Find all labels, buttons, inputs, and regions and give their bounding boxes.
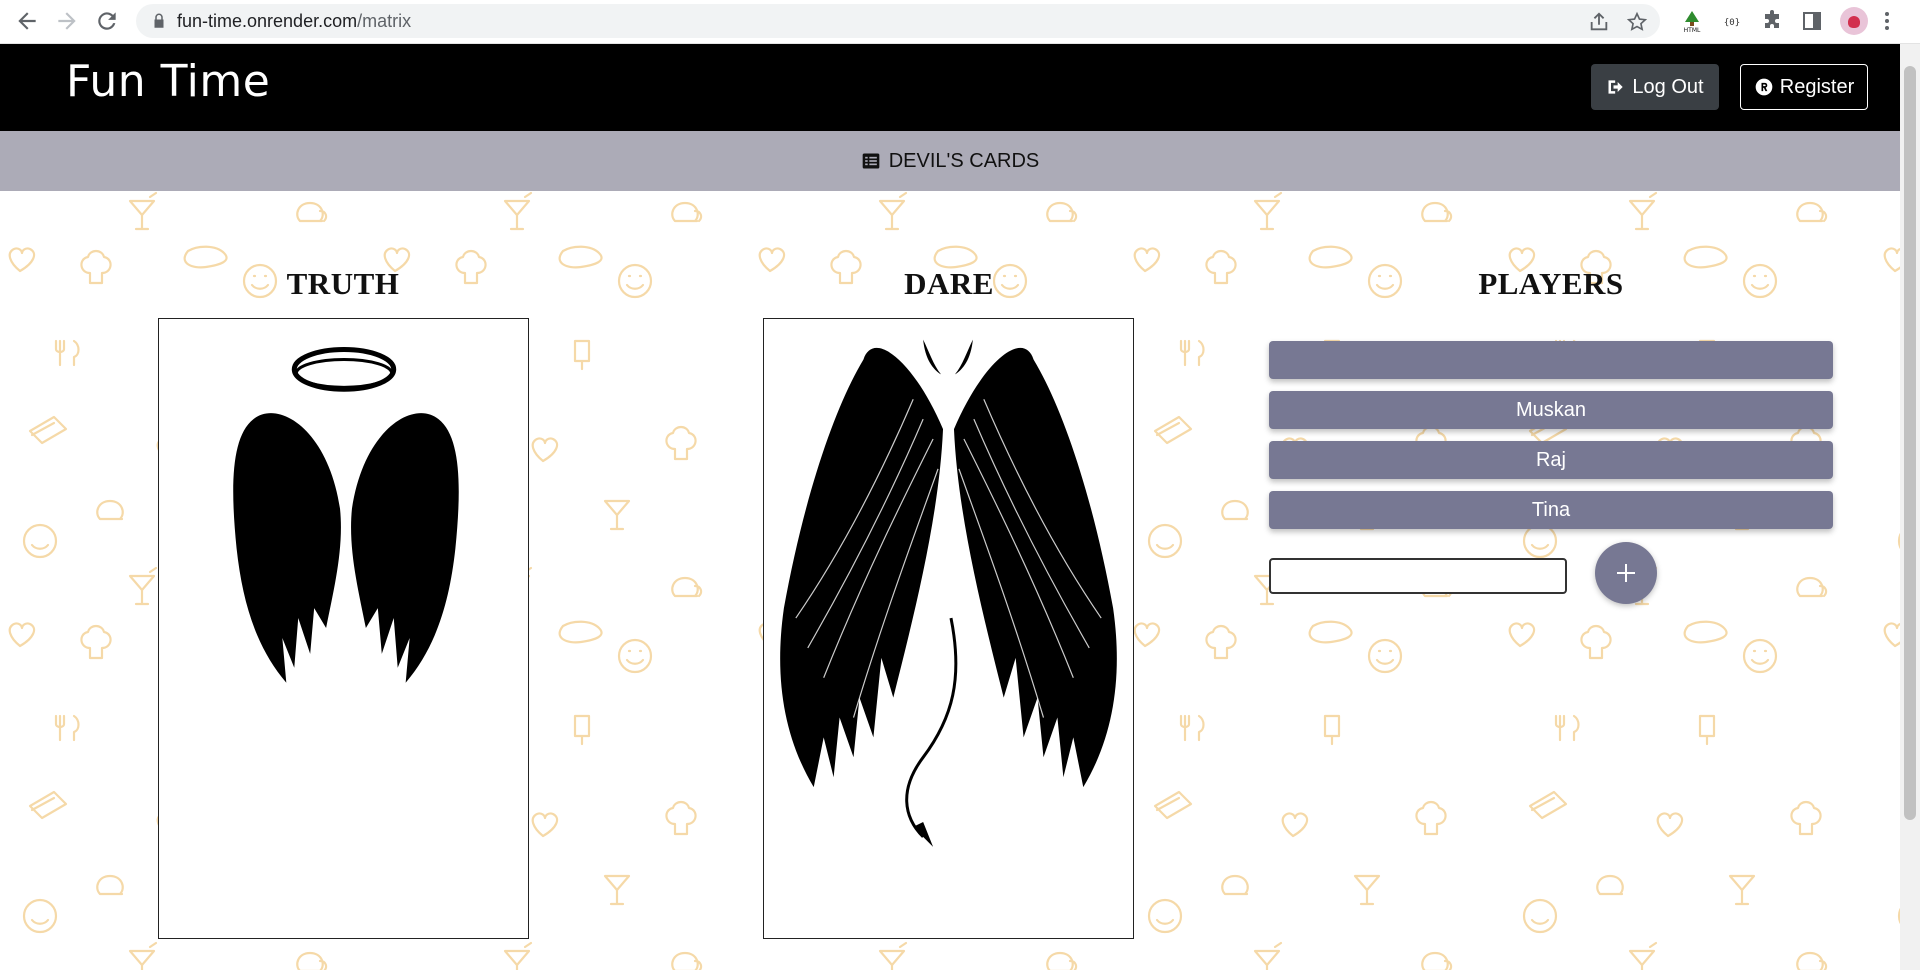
back-icon[interactable] bbox=[14, 8, 40, 34]
json-extension-icon[interactable]: {0} bbox=[1720, 9, 1744, 33]
register-label: Register bbox=[1779, 75, 1855, 98]
player-item[interactable]: Raj bbox=[1269, 441, 1833, 479]
kebab-menu-icon[interactable] bbox=[1882, 8, 1892, 34]
page-scrollbar-thumb[interactable] bbox=[1904, 66, 1916, 820]
player-item[interactable]: Muskan bbox=[1269, 391, 1833, 429]
player-item[interactable] bbox=[1269, 341, 1833, 379]
player-item[interactable]: Tina bbox=[1269, 491, 1833, 529]
forward-icon[interactable] bbox=[54, 8, 80, 34]
address-bar[interactable]: fun-time.onrender.com/matrix bbox=[136, 4, 1660, 38]
register-button[interactable]: Register bbox=[1740, 64, 1868, 110]
svg-text:HTML: HTML bbox=[1684, 27, 1701, 33]
truth-title: TRUTH bbox=[286, 266, 400, 301]
side-panel-icon[interactable] bbox=[1800, 9, 1824, 33]
dare-title: DARE bbox=[904, 266, 994, 301]
devils-cards-label: DEVIL'S CARDS bbox=[888, 149, 1040, 172]
site-header: Fun Time Log Out Register bbox=[0, 44, 1900, 131]
players-title: PLAYERS bbox=[1478, 266, 1624, 301]
list-icon bbox=[862, 153, 880, 169]
share-icon[interactable] bbox=[1588, 11, 1610, 33]
bookmark-star-icon[interactable] bbox=[1626, 11, 1648, 33]
registered-icon bbox=[1755, 78, 1773, 96]
sign-out-icon bbox=[1608, 80, 1624, 94]
puzzle-extensions-icon[interactable] bbox=[1760, 9, 1784, 33]
url-text: fun-time.onrender.com/matrix bbox=[177, 11, 412, 31]
profile-avatar[interactable] bbox=[1840, 7, 1868, 35]
logout-button[interactable]: Log Out bbox=[1591, 64, 1719, 110]
logout-label: Log Out bbox=[1632, 75, 1704, 98]
game-area: TRUTH DARE PLAYERS Muskan Raj Tina bbox=[0, 191, 1900, 970]
html-extension-icon[interactable]: HTML bbox=[1680, 9, 1704, 34]
devil-wings-image bbox=[780, 339, 1117, 847]
plus-icon bbox=[1617, 564, 1635, 582]
devils-cards-nav[interactable]: DEVIL'S CARDS bbox=[0, 131, 1900, 191]
truth-card[interactable] bbox=[158, 318, 529, 939]
dare-card[interactable] bbox=[763, 318, 1134, 939]
lock-icon bbox=[150, 12, 168, 30]
reload-icon[interactable] bbox=[94, 8, 120, 34]
browser-toolbar: fun-time.onrender.com/matrix HTML {0} bbox=[0, 0, 1920, 44]
angel-wings-image bbox=[233, 347, 459, 683]
add-player-button[interactable] bbox=[1595, 542, 1657, 604]
brand-logo[interactable]: Fun Time bbox=[66, 56, 270, 107]
svg-text:{0}: {0} bbox=[1724, 18, 1740, 28]
new-player-input[interactable] bbox=[1269, 558, 1567, 594]
